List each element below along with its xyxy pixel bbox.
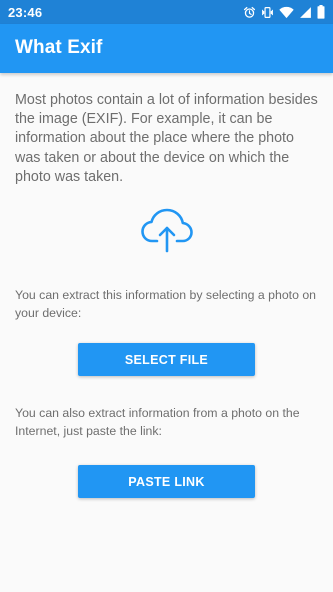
battery-icon: [317, 5, 325, 19]
cloud-upload-icon: [140, 207, 194, 253]
app-title: What Exif: [15, 37, 103, 58]
status-bar: 23:46: [0, 0, 333, 24]
status-icons: [243, 5, 325, 19]
select-file-button[interactable]: SELECT FILE: [78, 343, 255, 376]
app-bar: What Exif: [0, 24, 333, 73]
vibrate-icon: [261, 6, 274, 19]
wifi-icon: [279, 6, 294, 19]
select-prompt: You can extract this information by sele…: [15, 288, 317, 320]
paste-prompt: You can also extract information from a …: [15, 406, 300, 438]
alarm-icon: [243, 6, 256, 19]
paste-link-button[interactable]: PASTE LINK: [78, 465, 255, 498]
signal-icon: [299, 6, 312, 19]
status-time: 23:46: [8, 4, 43, 20]
intro-text: Most photos contain a lot of information…: [15, 92, 318, 185]
